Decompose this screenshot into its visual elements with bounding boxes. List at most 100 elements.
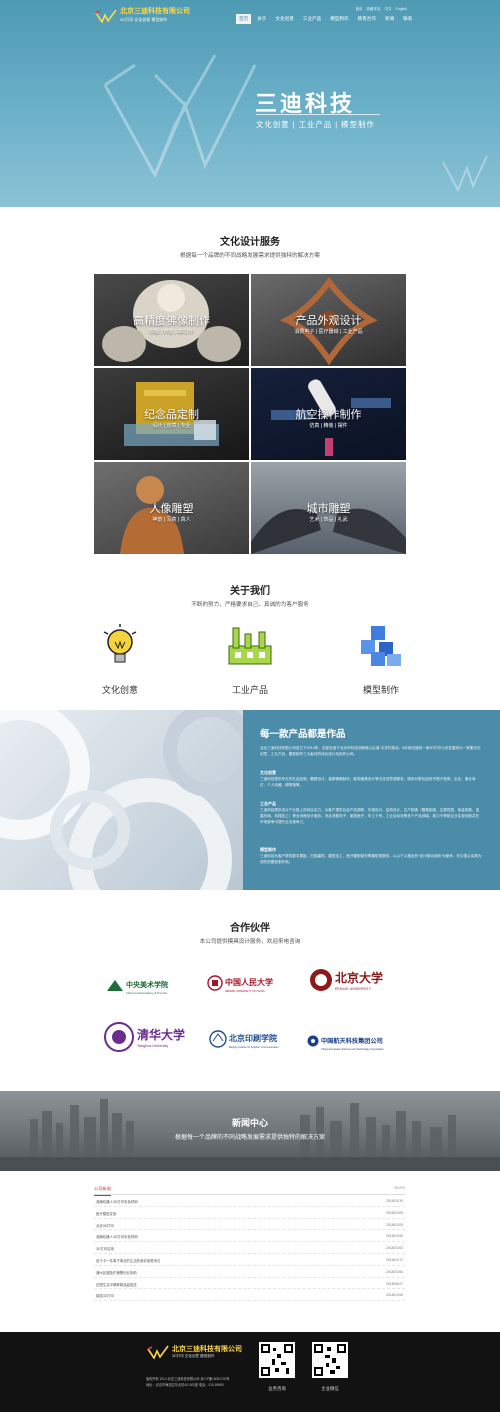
service-tile-city[interactable]: 城市雕塑 艺术 | 饰品 | 礼武 [251, 462, 406, 554]
partner-name: 中央美术学院 [126, 982, 168, 989]
news-item[interactable]: 北京3D打印 2018/01/09 [94, 1219, 405, 1231]
nav-item-education[interactable]: 教育合作 [355, 14, 379, 24]
feature-industrial[interactable]: 工业产品 [200, 624, 300, 696]
footer: 北京三迪科技有限公司 3D打印 文化创意 模型制作 版权所有 2014 北京三迪… [0, 1332, 500, 1412]
news-item-date: 2018/01/04 [386, 1246, 403, 1251]
news-item-date: 2018/01/06 [386, 1293, 403, 1298]
footer-logo[interactable]: 北京三迪科技有限公司 3D打印 文化创意 模型制作 [147, 1344, 242, 1359]
qr-code-wechat [312, 1342, 348, 1378]
news-item-title: 还想生活中哪种精品曲放送 [96, 1282, 137, 1287]
qr-code-icon [261, 1344, 293, 1376]
about-panel-title: 每一款产品都是作品 [260, 729, 346, 740]
qr-code-business [259, 1342, 295, 1378]
cubes-icon [361, 626, 401, 666]
news-item-date: 2018/06/27 [386, 1281, 403, 1286]
feature-culture[interactable]: 文化创意 [70, 624, 170, 696]
tile-subtitle: 仿真 | 精装 | 摆件 [309, 423, 348, 429]
qr-label-wechat: 企业微信 [321, 1386, 339, 1391]
footer-tagline: 3D打印 文化创意 模型制作 [172, 1354, 215, 1358]
about-panel: 每一款产品都是作品 北京三迪科技有限公司成立于2013年，总部坐落于北京市科技创… [243, 710, 500, 890]
top-link-english[interactable]: English [396, 7, 407, 12]
partner-name: 清华大学 [137, 1028, 186, 1042]
logo-mark-icon [95, 9, 117, 23]
partner-name: 北京印刷学院 [229, 1034, 277, 1043]
hero-subtitle: 文化创意 | 工业产品 | 模型制作 [256, 120, 375, 129]
nav-item-culture[interactable]: 文化创意 [272, 14, 296, 24]
services-grid: 高精度佛像制作 扫描 | 修复 | 3D打印 产品外观设计 消费电子 | 医疗器… [94, 274, 406, 554]
top-link-favorite[interactable]: 收藏本站 [367, 7, 381, 12]
partner-logo-thu[interactable]: 清华大学 Tsinghua University [104, 1022, 185, 1052]
partner-name: 中国航天科技集团公司 [321, 1038, 383, 1045]
tile-subtitle: 消费电子 | 医疗器械 | 工业产品 [294, 329, 363, 335]
nav-item-industrial[interactable]: 工业产品 [300, 14, 324, 24]
news-title: 新闻中心 [231, 1118, 268, 1128]
cafa-emblem-icon [107, 979, 123, 991]
footer-logo-mark-icon [147, 1345, 169, 1359]
nav-item-contact[interactable]: 联系 [400, 14, 415, 24]
news-item[interactable]: 通州区鼓励护捕需创业协助 2018/01/06 [94, 1266, 405, 1278]
partner-logo-bigc[interactable]: 北京印刷学院 Beijing Institute Of Graphic Commu… [209, 1028, 279, 1049]
thu-emblem-icon [104, 1022, 134, 1052]
news-item[interactable]: 还想生活中哪种精品曲放送 2018/06/27 [94, 1278, 405, 1290]
tile-title: 城市雕塑 [306, 503, 351, 515]
news-item[interactable]: 3D打印应用 2018/01/04 [94, 1242, 405, 1254]
top-link-home[interactable]: 首页 [356, 7, 363, 12]
partner-name: 北京大学 [335, 971, 384, 985]
news-more-link[interactable]: MORE [394, 1186, 405, 1190]
about-text: 三迪科技提供设计产业链上的综合实力，为客户提供包含产品调研、外观设计、结构设计、… [260, 808, 480, 824]
service-tile-souvenir[interactable]: 纪念品定制 设计 | 创意 | 专业 [94, 368, 249, 460]
site-logo[interactable]: 北京三迪科技有限公司 3D打印 文化创意 模型制作 [95, 8, 190, 24]
footer-info: 版权所有 2014 北京三迪科技有限公司 京ICP备15051740号 地址：北… [146, 1376, 229, 1388]
news-item[interactable]: 医疗模型定制 2018/01/06 [94, 1207, 405, 1219]
service-tile-aerospace[interactable]: 航空操作制作 仿真 | 精装 | 摆件 [251, 368, 406, 460]
partner-logo-ruc[interactable]: 中国人民大学 RENMIN UNIVERSITY OF CHINA [207, 972, 273, 993]
about-text: 三迪科技为客户提供数字展板、扫描建构、模型加工、医疗模型制作等模型类服务。以以下… [260, 854, 482, 864]
feature-label: 文化创意 [101, 685, 138, 695]
city-skyline-image [0, 1099, 500, 1171]
hero-divider [256, 114, 380, 115]
logo-watermark-icon [103, 54, 257, 179]
news-item-date: 2018/01/06 [386, 1210, 403, 1215]
partner-logo-pku[interactable]: 北京大学 PEKING UNIVERSITY [309, 968, 383, 992]
about-image [0, 710, 243, 890]
top-link-chinese[interactable]: 中文 [385, 7, 392, 12]
nav-item-about[interactable]: 关于 [254, 14, 269, 24]
nav-item-model[interactable]: 模型制作 [327, 14, 351, 24]
partner-en: RENMIN UNIVERSITY OF CHINA [225, 990, 265, 993]
feature-model[interactable]: 模型制作 [331, 624, 431, 696]
qr-label-business: 业务咨询 [268, 1386, 286, 1391]
nav-item-news[interactable]: 新闻 [382, 14, 397, 24]
factory-icon [228, 627, 272, 665]
news-item[interactable]: 准确机器人3D打印彩色样例 2018/01/19 [94, 1195, 405, 1207]
service-tile-buddha[interactable]: 高精度佛像制作 扫描 | 修复 | 3D打印 [94, 274, 249, 366]
nav-item-home[interactable]: 首页 [236, 14, 252, 24]
logo-watermark-small-icon [442, 155, 488, 193]
feature-label: 模型制作 [362, 685, 399, 695]
news-subtitle: 根据每一个品牌的不同战略发展需求提供独特的解决方案 [174, 1135, 325, 1141]
news-item-title: 准确机器人3D打印彩色样例 [96, 1235, 138, 1240]
news-list: 公司新闻 MORE 准确机器人3D打印彩色样例 2018/01/19 医疗模型定制… [94, 1186, 405, 1302]
news-header: 公司新闻 MORE [94, 1186, 405, 1196]
tile-title: 产品外观设计 [295, 315, 362, 327]
news-banner [0, 1091, 500, 1171]
qr-code-icon [314, 1344, 346, 1376]
news-item-title: 医疗模型定制 [96, 1211, 117, 1216]
service-tile-portrait[interactable]: 人像雕塑 神韵 | 写真 | 真人 [94, 462, 249, 554]
partner-logo-casc[interactable]: 中国航天科技集团公司 China Aerospace Science and Te… [307, 1030, 384, 1051]
news-item-date: 2018/01/19 [386, 1199, 403, 1203]
abstract-rings-image [0, 710, 243, 890]
partner-logo-cafa[interactable]: 中央美术学院 China Central Academy of Fine Arts [106, 974, 168, 995]
news-item[interactable]: 给卡卡一件事子事业的生活的就非接受采访 2018/01/17 [94, 1254, 405, 1266]
news-item-title: 碰碰3D打印 [96, 1294, 114, 1299]
lightbulb-icon [103, 624, 137, 663]
news-item[interactable]: 准确机器人3D打印彩色样例 2018/01/06 [94, 1230, 405, 1243]
partner-en: China Aerospace Science and Technology C… [321, 1048, 384, 1051]
news-item[interactable]: 碰碰3D打印 2018/01/06 [94, 1289, 405, 1302]
partner-en: Beijing Institute Of Graphic Communicati… [229, 1046, 279, 1049]
news-item-title: 给卡卡一件事子事业的生活的就非接受采访 [96, 1258, 161, 1263]
service-tile-product[interactable]: 产品外观设计 消费电子 | 医疗器械 | 工业产品 [251, 274, 406, 366]
partner-name: 中国人民大学 [225, 978, 273, 987]
tile-subtitle: 扫描 | 修复 | 3D打印 [149, 329, 194, 335]
news-item-title: 通州区鼓励护捕需创业协助 [96, 1270, 137, 1275]
footer-company-name: 北京三迪科技有限公司 [172, 1346, 242, 1353]
